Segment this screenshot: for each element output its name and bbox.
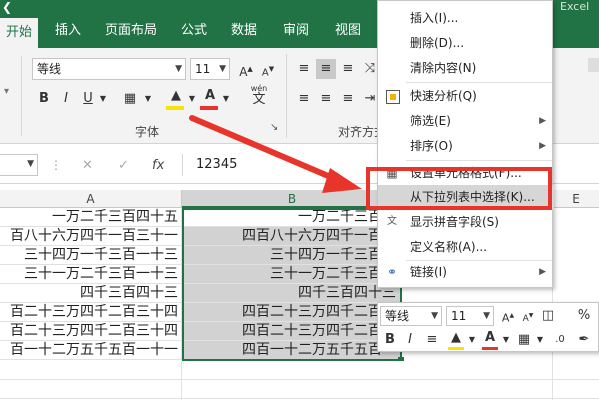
mini-bold-button[interactable]: B <box>380 330 400 350</box>
menu-label: 清除内容(N) <box>410 61 477 75</box>
mini-borders-icon[interactable]: ▦ <box>514 330 534 350</box>
phonetic-icon: 文 <box>387 216 397 227</box>
chevron-down-icon[interactable]: ▼ <box>500 330 512 350</box>
menu-label: 定义名称(A)... <box>410 240 488 254</box>
annotation-highlight-box <box>366 167 552 210</box>
menu-divider <box>406 82 552 83</box>
menu-item-clear-contents[interactable]: 清除内容(N) <box>378 56 554 81</box>
menu-item-sort[interactable]: 排序(O) ▶ <box>378 134 554 159</box>
mini-font-name-value: 等线 <box>385 309 410 323</box>
link-icon: ⚭ <box>386 265 398 279</box>
partial-edge-icon <box>588 58 599 72</box>
menu-item-insert[interactable]: 插入(I)... <box>378 6 554 31</box>
mini-decrease-font-icon[interactable]: A▼ <box>518 306 538 326</box>
menu-label: 排序(O) <box>410 139 453 153</box>
chevron-down-icon: ▼ <box>431 311 438 321</box>
chevron-down-icon: ▼ <box>483 311 490 321</box>
mini-align-icon[interactable]: ≡ <box>422 330 442 350</box>
chevron-right-icon: ▶ <box>539 141 546 151</box>
mini-toolbar: 等线 ▼ 11 ▼ A▲ A▼ ◫ % B I ≡ ▲ ▼ A ▼ ▦ ▼ .0… <box>377 302 599 352</box>
mini-increase-font-icon[interactable]: A▲ <box>498 306 518 326</box>
menu-item-show-phonetic[interactable]: 文 显示拼音字段(S) <box>378 210 554 235</box>
mini-currency-icon[interactable]: ◫ <box>538 306 558 326</box>
chevron-right-icon: ▶ <box>539 267 546 277</box>
mini-brush-icon[interactable]: ✒ <box>574 330 594 350</box>
menu-label: 链接(I) <box>410 265 447 279</box>
menu-label: 显示拼音字段(S) <box>410 215 499 229</box>
menu-label: 插入(I)... <box>410 11 459 25</box>
mini-font-name-combo[interactable]: 等线 ▼ <box>380 306 442 326</box>
chevron-down-icon[interactable]: ▼ <box>466 330 478 350</box>
menu-label: 删除(D)... <box>410 36 465 50</box>
chevron-right-icon: ▶ <box>539 116 546 126</box>
mini-percent-button[interactable]: % <box>574 306 594 326</box>
menu-item-filter[interactable]: 筛选(E) ▶ <box>378 109 554 134</box>
quick-analysis-icon <box>386 90 400 104</box>
menu-item-define-name[interactable]: 定义名称(A)... <box>378 235 554 260</box>
chevron-down-icon[interactable]: ▼ <box>534 330 546 350</box>
mini-decimal-icon[interactable]: .0 <box>550 330 570 350</box>
context-menu: 插入(I)... 删除(D)... 清除内容(N) 快速分析(Q) 筛选(E) ▶… <box>377 0 554 288</box>
menu-item-quick-analysis[interactable]: 快速分析(Q) <box>378 84 554 109</box>
mini-font-size-combo[interactable]: 11 ▼ <box>446 306 494 326</box>
mini-fill-swatch <box>448 347 464 350</box>
menu-label: 筛选(E) <box>410 114 451 128</box>
mini-fill-color-icon[interactable]: ▲ <box>446 328 466 348</box>
mini-font-color-swatch <box>482 347 498 350</box>
mini-font-color-icon[interactable]: A <box>480 328 500 348</box>
mini-font-size-value: 11 <box>451 309 467 323</box>
menu-label: 快速分析(Q) <box>410 89 477 103</box>
menu-item-link[interactable]: ⚭ 链接(I) ▶ <box>378 260 554 285</box>
mini-italic-button[interactable]: I <box>400 330 420 350</box>
menu-item-delete[interactable]: 删除(D)... <box>378 31 554 56</box>
